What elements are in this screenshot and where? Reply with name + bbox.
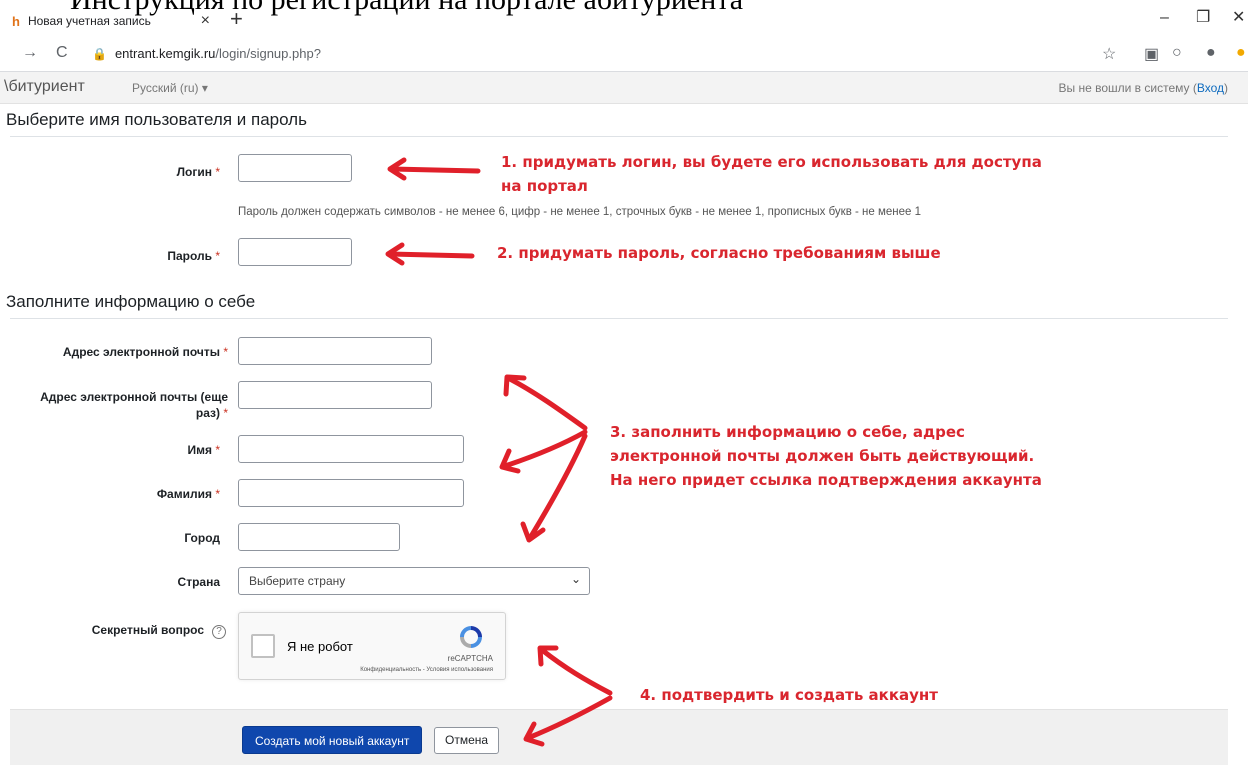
firstname-label: Имя * (187, 443, 220, 457)
email-repeat-input[interactable] (238, 381, 432, 409)
chevron-down-icon: ⌄ (570, 572, 581, 586)
recaptcha-widget: Я не робот reCAPTCHA Конфиденциальность … (238, 612, 506, 680)
secret-question-label: Секретный вопрос? (40, 622, 226, 639)
arrow-step2 (387, 251, 475, 259)
site-navbar: \битуриент Русский (ru) ▾ Вы не вошли в … (0, 72, 1248, 104)
arrow-step4-up (539, 647, 613, 696)
required-mark: * (215, 443, 220, 457)
arrow-step1 (389, 166, 481, 174)
info-section-title: Заполните информацию о себе (6, 292, 256, 311)
site-brand[interactable]: \битуриент (4, 78, 85, 96)
minimize-icon[interactable]: – (1160, 6, 1169, 30)
browser-tab-bar: h Новая учетная запись × + – ❐ ✕ (0, 0, 1248, 36)
form-footer (10, 709, 1228, 765)
step3-annotation: 3. заполнить информацию о себе, адрес эле… (610, 423, 1042, 489)
arrow-step3-up (505, 375, 588, 431)
required-mark: * (215, 249, 220, 263)
url-domain: entrant.kemgik.ru (114, 46, 216, 61)
close-window-icon[interactable]: ✕ (1232, 6, 1245, 30)
password-input[interactable] (238, 238, 352, 266)
help-icon[interactable]: ? (212, 625, 226, 639)
step1-annotation: 1. придумать логин, вы будете его исполь… (501, 153, 1042, 195)
url-path: /login/signup.php? (215, 46, 321, 61)
email-input[interactable] (238, 337, 432, 365)
login-status-text: Вы не вошли в систему ( (1058, 81, 1197, 95)
lastname-label: Фамилия * (156, 487, 220, 501)
firstname-input[interactable] (238, 435, 464, 463)
arrow-step3-down (527, 433, 588, 541)
recaptcha-terms[interactable]: Конфиденциальность - Условия использован… (360, 667, 493, 673)
email-label: Адрес электронной почты * (62, 345, 228, 359)
required-mark: * (215, 487, 220, 501)
arrow-step3-down-head (520, 521, 546, 543)
language-menu[interactable]: Русский (ru) ▾ (132, 81, 208, 95)
recaptcha-logo-icon (460, 626, 482, 648)
arrow-step2-head (385, 242, 405, 266)
arrow-step3-up-head (503, 374, 527, 397)
reload-icon[interactable]: C (56, 44, 68, 62)
required-mark: * (223, 406, 228, 420)
update-icon[interactable]: ● (1236, 44, 1246, 62)
new-tab-icon[interactable]: + (230, 6, 243, 32)
login-label: Логин * (176, 165, 220, 179)
section-divider (10, 136, 1228, 137)
arrow-step3-mid (502, 429, 588, 469)
recaptcha-checkbox[interactable] (251, 634, 275, 658)
arrow-step3-mid-head (499, 448, 521, 474)
city-label: Город (184, 531, 220, 545)
country-select[interactable]: Выберите страну ⌄ (238, 567, 590, 595)
browser-tab[interactable]: h Новая учетная запись × (0, 6, 220, 36)
required-mark: * (223, 345, 228, 359)
lastname-input[interactable] (238, 479, 464, 507)
password-hint: Пароль должен содержать символов - не ме… (238, 206, 922, 218)
country-select-value: Выберите страну (249, 574, 346, 588)
step2-annotation: 2. придумать пароль, согласно требования… (497, 244, 941, 262)
password-label: Пароль * (167, 249, 220, 263)
recaptcha-brand: reCAPTCHA (447, 654, 493, 663)
lock-icon: 🔒 (92, 47, 107, 61)
credentials-section-title: Выберите имя пользователя и пароль (6, 110, 307, 129)
bookmark-star-icon[interactable]: ☆ (1102, 44, 1116, 64)
forward-icon[interactable]: → (22, 44, 38, 62)
profile-icon[interactable]: ● (1206, 44, 1216, 62)
url-field[interactable]: 🔒 entrant.kemgik.ru/login/signup.php? (92, 46, 321, 61)
city-input[interactable] (238, 523, 400, 551)
restore-icon[interactable]: ❐ (1196, 6, 1210, 30)
arrow-step1-head (387, 157, 407, 181)
create-account-button[interactable]: Создать мой новый аккаунт (242, 726, 423, 754)
site-favicon-icon: h (12, 13, 20, 29)
section-divider (10, 318, 1228, 319)
close-tab-icon[interactable]: × (201, 12, 210, 30)
login-status-close: ) (1224, 81, 1228, 95)
arrow-step4-up-head (537, 645, 559, 667)
tab-title: Новая учетная запись (27, 14, 151, 28)
login-link[interactable]: Вход (1197, 81, 1224, 95)
browser-address-bar: → C 🔒 entrant.kemgik.ru/login/signup.php?… (0, 36, 1248, 72)
cast-icon[interactable]: ▣ (1144, 44, 1159, 64)
country-label: Страна (177, 575, 220, 589)
required-mark: * (215, 165, 220, 179)
login-input[interactable] (238, 154, 352, 182)
step4-annotation: 4. подтвердить и создать аккаунт (640, 686, 938, 704)
cancel-button[interactable]: Отмена (434, 727, 500, 754)
login-info: Вы не вошли в систему (Вход) (1059, 81, 1229, 95)
recaptcha-label: Я не робот (287, 639, 353, 654)
extension-icon[interactable]: ○ (1172, 44, 1182, 62)
email-repeat-label: Адрес электронной почты (еще раз) * (40, 390, 228, 420)
